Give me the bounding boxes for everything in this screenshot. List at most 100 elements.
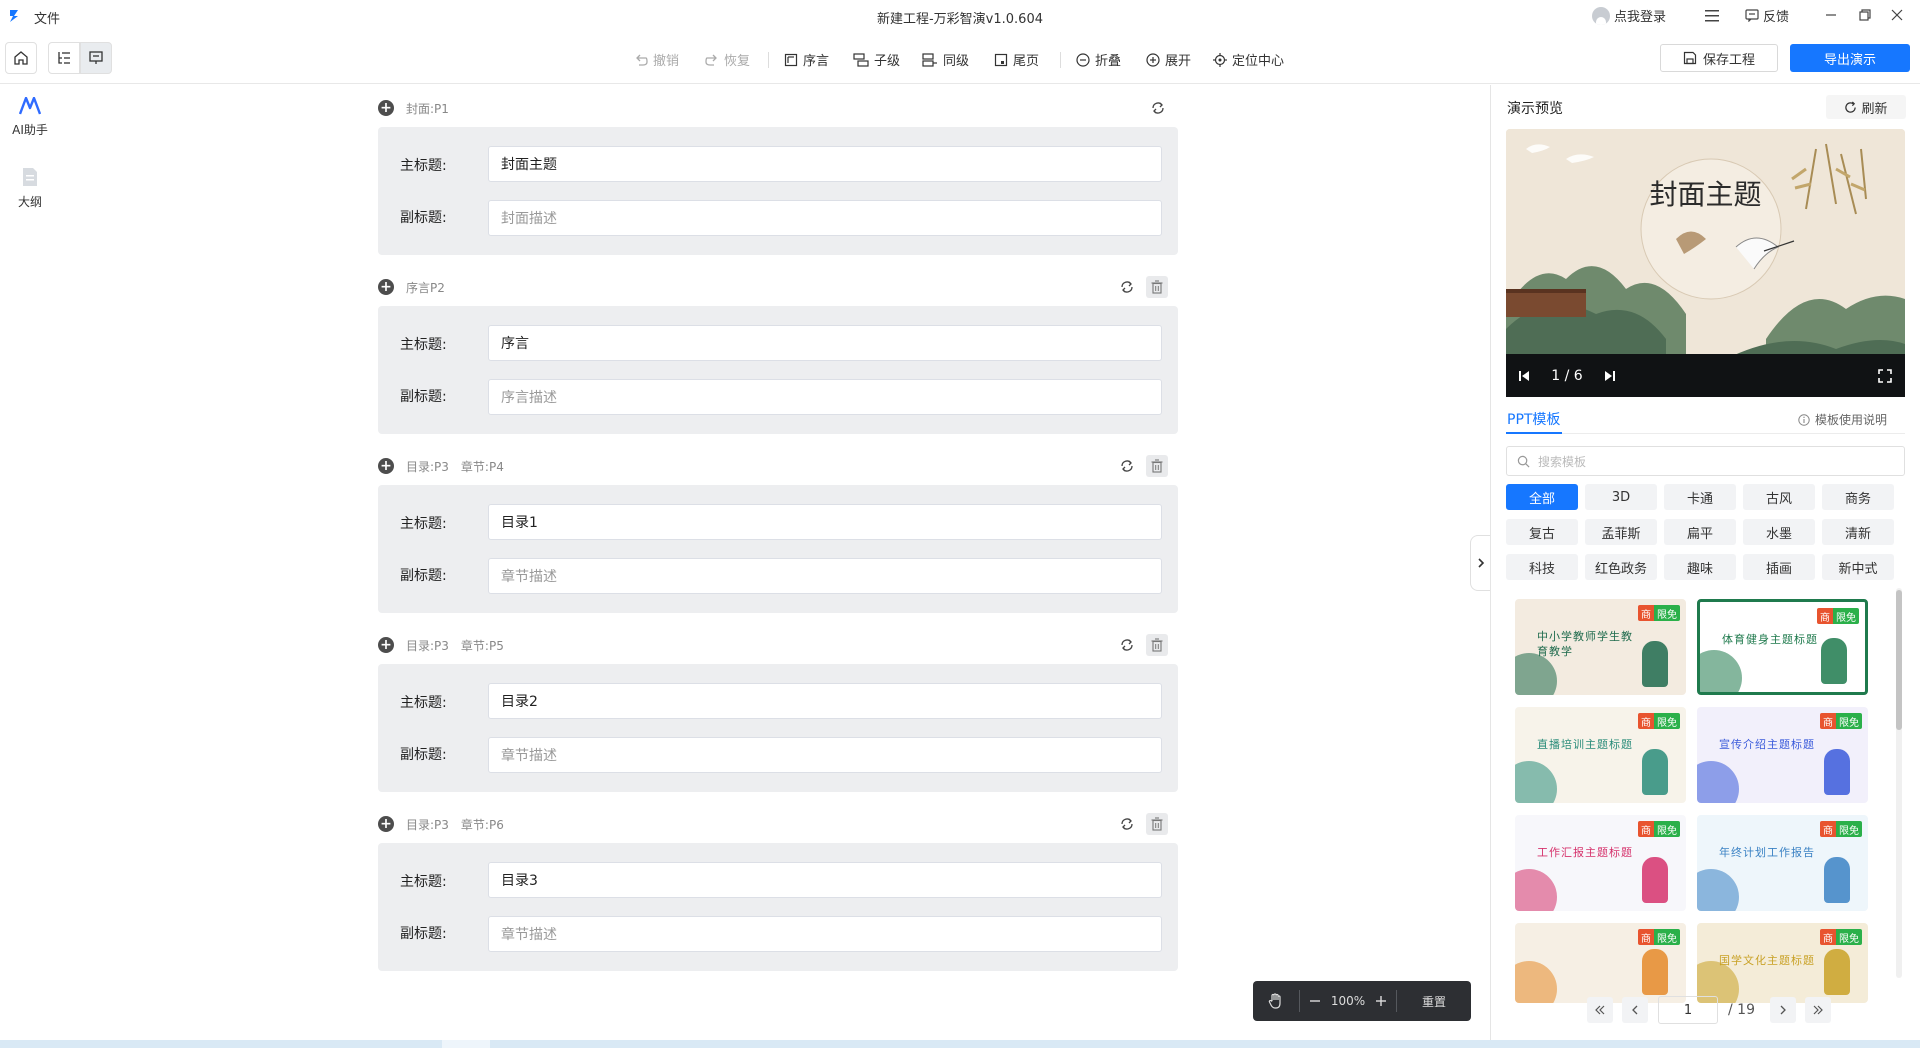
section-actions (1116, 455, 1168, 477)
home-button[interactable] (5, 42, 37, 74)
delete-section-icon[interactable] (1146, 813, 1168, 835)
sibling-level-button[interactable]: 同级 (922, 50, 969, 69)
template-card[interactable]: 中小学教师学生教育教学商限免 (1515, 599, 1686, 695)
subtitle-input[interactable]: 封面描述 (488, 200, 1162, 236)
delete-section-icon[interactable] (1146, 455, 1168, 477)
template-card[interactable]: 国学文化主题标题商限免 (1697, 923, 1868, 1003)
page-number-input[interactable]: 1 (1658, 996, 1718, 1024)
ai-assistant-button[interactable]: AI助手 (0, 97, 60, 138)
feedback-button[interactable]: 反馈 (1745, 6, 1789, 25)
pan-tool-button[interactable] (1253, 992, 1299, 1010)
template-decoration (1515, 961, 1557, 1003)
collapse-button[interactable]: 折叠 (1076, 50, 1121, 69)
main-title-input[interactable]: 序言 (488, 325, 1162, 361)
subtitle-input[interactable]: 章节描述 (488, 737, 1162, 773)
next-page-button[interactable] (1770, 997, 1796, 1023)
refresh-button[interactable]: 刷新 (1826, 95, 1906, 119)
replace-layout-icon[interactable] (1147, 97, 1169, 119)
locate-center-button[interactable]: 定位中心 (1213, 50, 1284, 69)
preface-button[interactable]: 序言 (784, 50, 829, 69)
add-section-icon[interactable]: + (378, 637, 394, 653)
fullscreen-button[interactable] (1865, 368, 1905, 383)
redo-label: 恢复 (724, 54, 751, 69)
category-chip[interactable]: 古风 (1743, 484, 1815, 510)
template-card[interactable]: 工作汇报主题标题商限免 (1515, 815, 1686, 911)
commercial-badge: 商 (1638, 713, 1654, 729)
replace-layout-icon[interactable] (1116, 813, 1138, 835)
category-chip[interactable]: 趣味 (1664, 554, 1736, 580)
free-badge: 限免 (1654, 929, 1680, 945)
undo-button[interactable]: 撤销 (634, 50, 679, 69)
add-section-icon[interactable]: + (378, 279, 394, 295)
category-chip[interactable]: 水墨 (1743, 519, 1815, 545)
subtitle-input[interactable]: 章节描述 (488, 558, 1162, 594)
locate-center-icon (1213, 52, 1227, 67)
section-page-label: 封面:P1 (406, 101, 449, 116)
main-title-input[interactable]: 目录3 (488, 862, 1162, 898)
main-title-input[interactable]: 目录1 (488, 504, 1162, 540)
subtitle-input[interactable]: 章节描述 (488, 916, 1162, 952)
delete-section-icon[interactable] (1146, 276, 1168, 298)
horizontal-scrollbar-thumb[interactable] (442, 1040, 490, 1048)
category-chip[interactable]: 新中式 (1822, 554, 1894, 580)
export-presentation-button[interactable]: 导出演示 (1790, 44, 1910, 72)
previous-page-button[interactable] (1622, 997, 1648, 1023)
title-bar: 文件 新建工程-万彩智演v1.0.604 点我登录 反馈 (0, 0, 1920, 32)
category-chip[interactable]: 商务 (1822, 484, 1894, 510)
presentation-view-button[interactable] (80, 42, 112, 74)
category-chip[interactable]: 卡通 (1664, 484, 1736, 510)
zoom-out-button[interactable] (1300, 995, 1330, 1007)
subtitle-input[interactable]: 序言描述 (488, 379, 1162, 415)
zoom-in-button[interactable] (1366, 995, 1396, 1007)
template-search-input[interactable]: 搜索模板 (1506, 446, 1905, 476)
category-chip[interactable]: 扁平 (1664, 519, 1736, 545)
login-button[interactable]: 点我登录 (1592, 6, 1666, 25)
add-section-icon[interactable]: + (378, 816, 394, 832)
redo-button[interactable]: 恢复 (705, 50, 750, 69)
template-card[interactable]: 宣传介绍主题标题商限免 (1697, 707, 1868, 803)
template-card[interactable]: 商限免 (1515, 923, 1686, 1003)
category-chip[interactable]: 科技 (1506, 554, 1578, 580)
category-chip[interactable]: 插画 (1743, 554, 1815, 580)
ending-page-button[interactable]: 尾页 (994, 50, 1039, 69)
template-card[interactable]: 年终计划工作报告商限免 (1697, 815, 1868, 911)
hamburger-menu-icon[interactable] (1704, 9, 1720, 23)
close-icon[interactable] (1890, 8, 1904, 22)
template-card[interactable]: 体育健身主题标题 商限免 (1697, 599, 1868, 695)
add-section-icon[interactable]: + (378, 458, 394, 474)
category-chip[interactable]: 清新 (1822, 519, 1894, 545)
template-card[interactable]: 直播培训主题标题商限免 (1515, 707, 1686, 803)
previous-slide-button[interactable] (1506, 370, 1542, 382)
expand-button[interactable]: 展开 (1146, 50, 1191, 69)
category-chip[interactable]: 3D (1585, 484, 1657, 510)
category-chip[interactable]: 全部 (1506, 484, 1578, 510)
replace-layout-icon[interactable] (1116, 455, 1138, 477)
zoom-reset-button[interactable]: 重置 (1397, 993, 1471, 1010)
child-level-button[interactable]: 子级 (853, 50, 900, 69)
save-project-button[interactable]: 保存工程 (1660, 44, 1778, 72)
template-scrollbar-thumb[interactable] (1896, 590, 1902, 730)
tab-ppt-templates[interactable]: PPT模板 (1507, 409, 1560, 429)
horizontal-scrollbar[interactable] (0, 1040, 1920, 1048)
delete-section-icon[interactable] (1146, 634, 1168, 656)
main-title-input[interactable]: 封面主题 (488, 146, 1162, 182)
first-page-button[interactable] (1587, 997, 1613, 1023)
next-slide-button[interactable] (1592, 370, 1628, 382)
main-title-input[interactable]: 目录2 (488, 683, 1162, 719)
outline-view-button[interactable] (48, 42, 80, 74)
restore-icon[interactable] (1858, 8, 1872, 22)
add-section-icon[interactable]: + (378, 100, 394, 116)
template-help-link[interactable]: 模板使用说明 (1798, 411, 1887, 428)
avatar-icon (1592, 6, 1610, 25)
preface-icon (784, 53, 798, 66)
replace-layout-icon[interactable] (1116, 634, 1138, 656)
template-help-label: 模板使用说明 (1815, 413, 1888, 427)
category-chip[interactable]: 红色政务 (1585, 554, 1657, 580)
panel-collapse-toggle[interactable] (1470, 535, 1490, 591)
category-chip[interactable]: 复古 (1506, 519, 1578, 545)
last-page-button[interactable] (1805, 997, 1831, 1023)
outline-button[interactable]: 大纲 (0, 167, 60, 210)
category-chip[interactable]: 孟菲斯 (1585, 519, 1657, 545)
replace-layout-icon[interactable] (1116, 276, 1138, 298)
minimize-icon[interactable] (1824, 8, 1838, 22)
